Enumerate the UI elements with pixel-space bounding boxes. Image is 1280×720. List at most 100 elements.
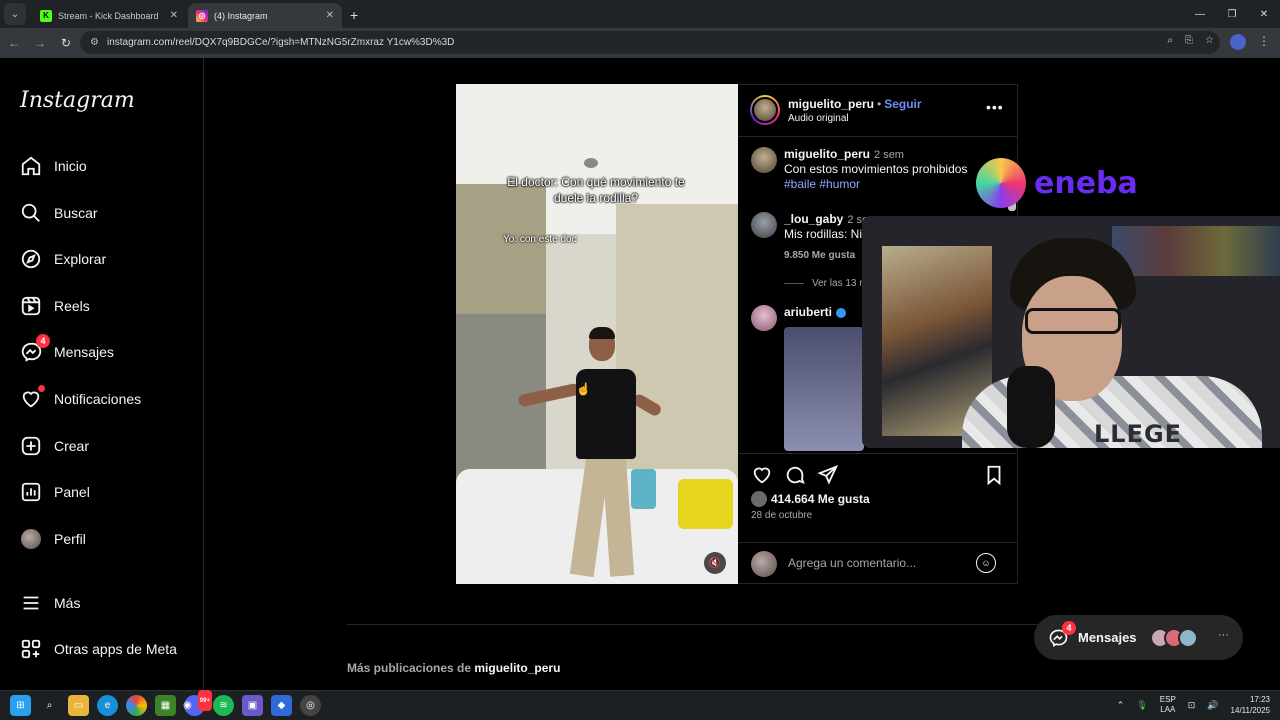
sidebar-item-crear[interactable]: Crear — [20, 431, 89, 461]
comment-username[interactable]: ariuberti — [784, 305, 832, 319]
tab-close-icon[interactable]: ✕ — [326, 10, 334, 21]
save-bookmark-icon[interactable] — [983, 464, 1005, 486]
back-button[interactable]: ← — [2, 36, 26, 50]
video-caption-sub: Yo: con este doc — [503, 234, 577, 245]
reload-button[interactable]: ↻ — [54, 36, 78, 50]
network-icon[interactable]: ⊡ — [1188, 700, 1196, 711]
app-icon[interactable]: ◎ — [300, 695, 321, 716]
sidebar-item-panel[interactable]: Panel — [20, 477, 90, 507]
zoom-icon[interactable]: ⌕ — [1167, 35, 1173, 46]
forward-button[interactable]: → — [28, 36, 52, 50]
instagram-logo[interactable]: Instagram — [20, 88, 135, 113]
more-posts-heading: Más publicaciones de miguelito_peru — [347, 661, 560, 675]
tab-close-icon[interactable]: ✕ — [170, 10, 178, 21]
tab-search-button[interactable]: ⌄ — [4, 3, 26, 25]
follow-button[interactable]: Seguir — [884, 97, 921, 111]
windows-start-icon[interactable]: ⊞ — [10, 695, 31, 716]
spotify-icon[interactable]: ≋ — [213, 695, 234, 716]
minimize-button[interactable]: — — [1184, 0, 1216, 28]
search-icon[interactable]: ⌕ — [39, 695, 60, 716]
sidebar-item-notificaciones[interactable]: Notificaciones — [20, 384, 141, 414]
like-heart-icon[interactable] — [751, 464, 773, 486]
post-date[interactable]: 28 de octubre — [751, 510, 812, 521]
comment-username[interactable]: _lou_gaby — [784, 212, 843, 226]
minecraft-icon[interactable]: ▦ — [155, 695, 176, 716]
hashtag-link[interactable]: #baile #humor — [784, 177, 860, 191]
app-icon[interactable]: ▣ — [242, 695, 263, 716]
comment-likes[interactable]: 9.850 Me gusta — [784, 250, 855, 261]
sidebar-item-perfil[interactable]: Perfil — [20, 524, 86, 554]
comment-time[interactable]: 2 sem — [874, 149, 904, 161]
tab-kick-dashboard[interactable]: K Stream - Kick Dashboard ✕ — [32, 3, 186, 28]
restore-button[interactable]: ❐ — [1216, 0, 1248, 28]
comment-body: Con estos movimientos prohibidos — [784, 162, 968, 176]
unread-badge: 4 — [36, 334, 50, 348]
comment-username[interactable]: miguelito_peru — [784, 147, 870, 161]
comment-author-line: miguelito_peru 2 sem — [784, 147, 904, 161]
comment-image[interactable] — [784, 327, 864, 451]
mute-button[interactable]: 🔇 — [704, 552, 726, 574]
instagram-favicon-icon: ◎ — [196, 9, 208, 22]
sidebar-item-mas[interactable]: Más — [20, 588, 80, 618]
file-explorer-icon[interactable]: ▭ — [68, 695, 89, 716]
sidebar-item-label: Perfil — [54, 531, 86, 547]
sidebar-item-label: Otras apps de Meta — [54, 641, 177, 657]
sidebar-item-inicio[interactable]: Inicio — [20, 151, 87, 181]
chrome-browser-icon[interactable] — [126, 695, 147, 716]
likes-count[interactable]: 414.664 Me gusta — [771, 492, 870, 506]
volume-icon[interactable]: 🔊 — [1207, 700, 1218, 711]
browser-profile-avatar[interactable] — [1230, 34, 1246, 50]
recent-chats-avatars — [1150, 628, 1198, 648]
messages-pill[interactable]: 4 Mensajes ··· — [1034, 615, 1243, 660]
emoji-icon[interactable]: ☺ — [976, 553, 996, 573]
sidebar-item-mensajes[interactable]: 4 Mensajes — [20, 334, 114, 367]
tab-instagram[interactable]: ◎ (4) Instagram ✕ — [188, 3, 342, 28]
sidebar-item-reels[interactable]: Reels — [20, 291, 90, 321]
more-posts-username[interactable]: miguelito_peru — [474, 661, 560, 675]
ceiling-lamp — [584, 158, 598, 168]
more-options-icon[interactable]: ••• — [986, 99, 1004, 115]
omnibox[interactable]: ⚙ instagram.com/reel/DQX7q9BDGCe/?igsh=M… — [80, 31, 1220, 54]
install-app-icon[interactable]: ⎘ — [1185, 35, 1193, 46]
input-language[interactable]: ESP LAA — [1160, 695, 1176, 715]
edge-browser-icon[interactable]: e — [97, 695, 118, 716]
comment-bubble-icon[interactable] — [784, 464, 806, 486]
discord-icon[interactable]: ◉ 99+ — [183, 690, 212, 716]
sidebar-item-label: Notificaciones — [54, 391, 142, 407]
site-info-icon[interactable]: ⚙ — [90, 37, 99, 48]
sidebar-item-buscar[interactable]: Buscar — [20, 198, 98, 228]
sidebar-item-otras-apps[interactable]: Otras apps de Meta — [20, 634, 177, 664]
share-send-icon[interactable] — [817, 464, 839, 486]
webcam-overlay: LLEGE — [862, 216, 1280, 448]
avatar[interactable] — [751, 305, 777, 331]
avatar[interactable] — [751, 212, 777, 238]
discord-badge: 99+ — [197, 690, 212, 711]
language-code: ESP — [1159, 695, 1176, 704]
sidebar-item-explorar[interactable]: Explorar — [20, 244, 106, 274]
sidebar-item-label: Inicio — [54, 158, 87, 174]
home-icon — [20, 155, 42, 177]
audio-link[interactable]: Audio original — [788, 113, 849, 124]
new-tab-button[interactable]: + — [350, 7, 358, 23]
post-header: miguelito_peru • Seguir Audio original ••• — [738, 85, 1018, 137]
view-replies-label[interactable]: Ver las 13 r — [812, 278, 863, 289]
author-avatar[interactable] — [750, 95, 780, 125]
sponsor-logo: eneba — [976, 158, 1138, 208]
heart-icon — [20, 385, 45, 410]
app-icon[interactable]: ◆ — [271, 695, 292, 716]
close-window-button[interactable]: ✕ — [1248, 0, 1280, 28]
address-bar-row: ← → ↻ ⚙ instagram.com/reel/DQX7q9BDGCe/?… — [0, 28, 1280, 58]
browser-menu-icon[interactable]: ⋮ — [1258, 34, 1270, 48]
bookmark-star-icon[interactable]: ☆ — [1205, 35, 1214, 46]
reel-video[interactable]: El doctor: Con qué movimiento te duele l… — [456, 84, 738, 584]
url-text[interactable]: instagram.com/reel/DQX7q9BDGCe/?igsh=MTN… — [107, 37, 454, 48]
chevron-up-icon[interactable]: ⌃ — [1117, 700, 1125, 711]
clock[interactable]: 17:23 14/11/2025 — [1231, 694, 1270, 716]
comment-input[interactable]: Agrega un comentario... — [788, 556, 916, 570]
microphone-icon[interactable]: 🎙 — [1136, 700, 1147, 711]
likes-summary[interactable]: 414.664 Me gusta — [751, 491, 870, 507]
tab-title: Stream - Kick Dashboard — [58, 10, 159, 21]
avatar[interactable] — [751, 147, 777, 173]
author-username[interactable]: miguelito_peru — [788, 97, 874, 111]
view-replies-link[interactable]: Ver las 13 r — [784, 278, 863, 289]
